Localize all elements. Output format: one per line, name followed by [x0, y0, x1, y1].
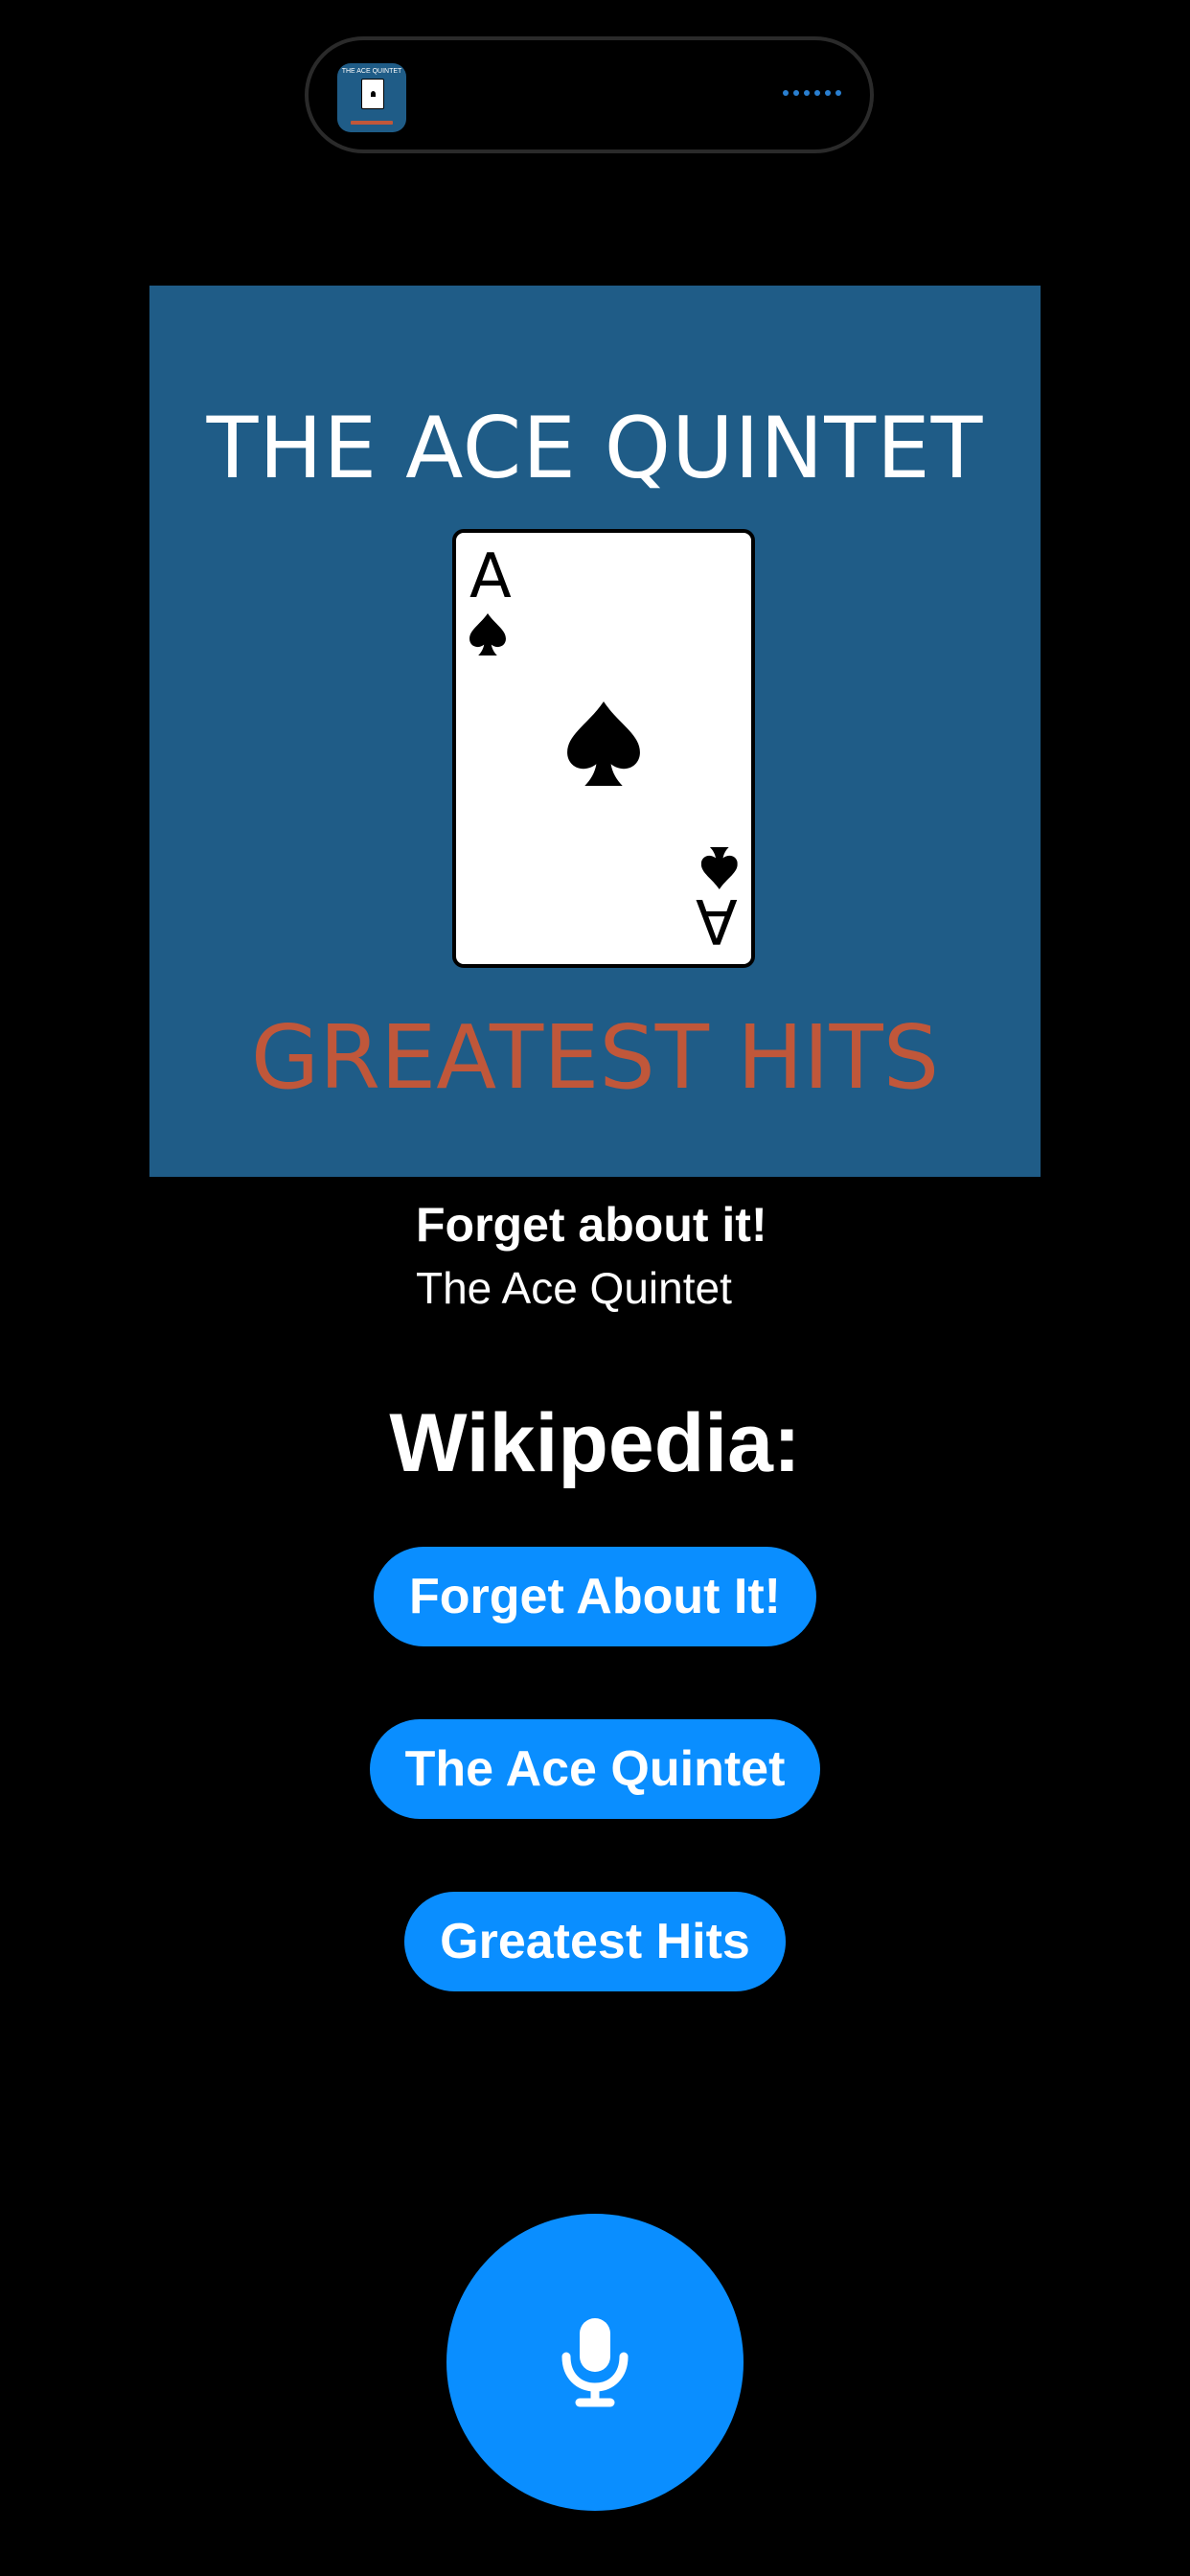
album-art-subtitle: GREATEST HITS	[250, 1006, 940, 1109]
ace-of-spades-card: A A	[452, 529, 755, 968]
album-art-title: THE ACE QUINTET	[206, 399, 984, 497]
wikipedia-link-artist-button[interactable]: The Ace Quintet	[370, 1719, 820, 1819]
thumbnail-subtitle-bar	[351, 121, 393, 125]
thumbnail-card-icon	[361, 79, 384, 109]
microphone-button[interactable]	[446, 2214, 744, 2511]
spade-icon	[469, 613, 506, 660]
microphone-icon	[547, 2314, 643, 2410]
card-corner-bottom: A	[696, 842, 738, 955]
spade-icon	[567, 702, 640, 791]
card-rank-top: A	[469, 541, 512, 612]
wikipedia-link-album-button[interactable]: Greatest Hits	[404, 1892, 786, 1991]
track-artist: The Ace Quintet	[416, 1263, 732, 1313]
album-art: THE ACE QUINTET A A GREATEST HITS	[149, 286, 1041, 1177]
track-title: Forget about it!	[416, 1198, 767, 1252]
album-art-thumbnail: THE ACE QUINTET	[337, 63, 406, 132]
audio-dots-icon	[783, 90, 841, 96]
live-activity-pill[interactable]: THE ACE QUINTET	[305, 36, 874, 153]
spade-icon	[696, 842, 738, 889]
card-rank-bottom: A	[696, 885, 738, 955]
wikipedia-heading: Wikipedia:	[389, 1397, 801, 1489]
thumbnail-title: THE ACE QUINTET	[341, 68, 402, 75]
wikipedia-link-song-button[interactable]: Forget About It!	[374, 1547, 816, 1646]
